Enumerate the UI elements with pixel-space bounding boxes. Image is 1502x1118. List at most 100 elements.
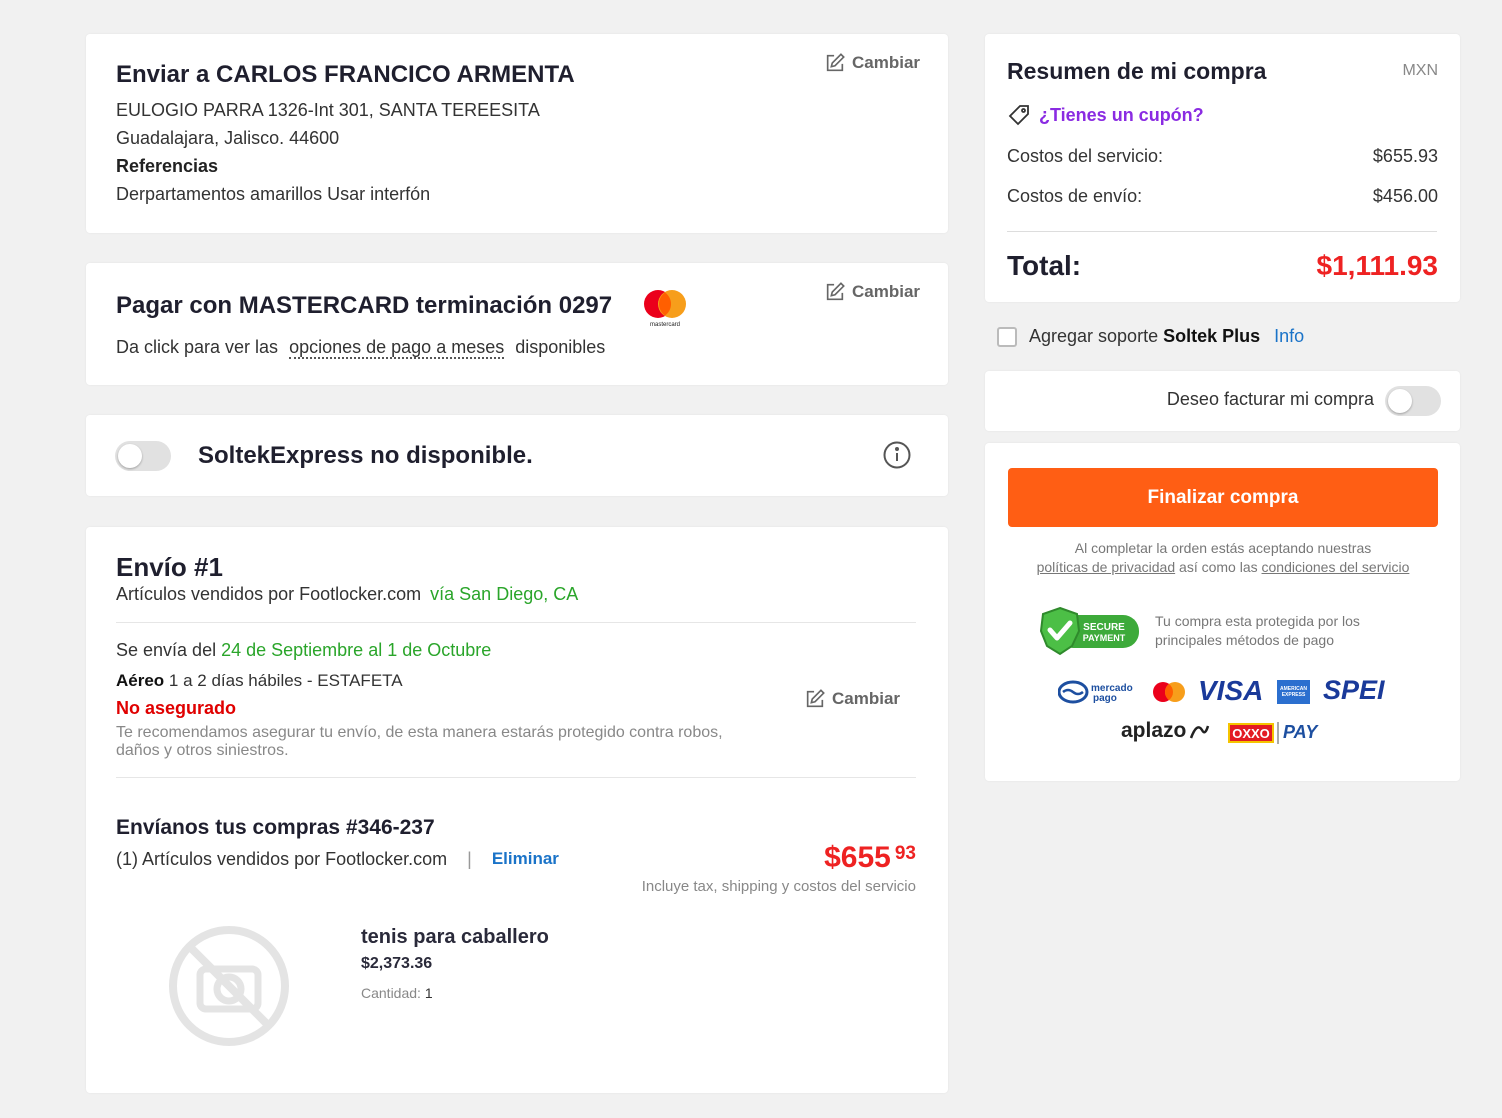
insurance-note-line-1: Te recomendamos asegurar tu envío, de es… bbox=[116, 724, 723, 741]
product-price: $2,373.36 bbox=[361, 955, 433, 972]
edit-icon bbox=[826, 282, 845, 301]
secure-payment-badge: SECURE PAYMENT bbox=[1039, 606, 1139, 656]
express-card: SoltekExpress no disponible. bbox=[86, 415, 948, 496]
privacy-policy-link[interactable]: políticas de privacidad bbox=[1037, 559, 1176, 575]
edit-icon bbox=[806, 689, 825, 708]
change-payment-label: Cambiar bbox=[852, 282, 921, 301]
shipping-cost-label: Costos de envío: bbox=[1007, 186, 1143, 206]
product-quantity: Cantidad: 1 bbox=[361, 985, 433, 1001]
mercado-pago-logo-icon: mercado pago bbox=[1058, 680, 1133, 704]
terms-middle: así como las bbox=[1179, 559, 1258, 575]
shipping-address-title: Enviar a CARLOS FRANCICO ARMENTA bbox=[116, 61, 575, 88]
secure-text-line-1: Tu compra esta protegida por los bbox=[1155, 613, 1360, 629]
info-icon[interactable] bbox=[882, 440, 912, 470]
shipment-card: Envío #1 Artículos vendidos por Footlock… bbox=[86, 527, 948, 1093]
divider bbox=[1007, 231, 1437, 232]
order-summary-card: Resumen de mi compra MXN ¿Tienes un cupó… bbox=[985, 34, 1460, 302]
insurance-status: No asegurado bbox=[116, 698, 237, 718]
express-label: SoltekExpress no disponible. bbox=[198, 442, 533, 469]
support-option: Agregar soporte Soltek Plus Info bbox=[997, 326, 1304, 347]
tag-icon bbox=[1008, 105, 1029, 126]
express-toggle[interactable] bbox=[115, 441, 171, 471]
installments-link[interactable]: opciones de pago a meses bbox=[289, 337, 505, 359]
quantity-value: 1 bbox=[424, 985, 433, 1001]
delivery-window-line: Se envía del 24 de Septiembre al 1 de Oc… bbox=[116, 640, 491, 661]
mastercard-wordmark: mastercard bbox=[650, 322, 680, 328]
oxxo-logo: OXXO bbox=[1228, 723, 1274, 743]
order-price-note: Incluye tax, shipping y costos del servi… bbox=[641, 878, 916, 895]
shipment-seller-line: Artículos vendidos por Footlocker.com ví… bbox=[116, 584, 578, 605]
order-price-main: $655 bbox=[824, 841, 891, 874]
shipping-method-detail: 1 a 2 días hábiles - ESTAFETA bbox=[168, 671, 403, 690]
service-cost-label: Costos del servicio: bbox=[1007, 146, 1164, 166]
spei-logo: SPEI bbox=[1323, 675, 1385, 705]
delivery-window-prefix: Se envía del bbox=[116, 640, 217, 660]
edit-icon bbox=[826, 53, 845, 72]
amex-logo: AMERICAN EXPRESS bbox=[1277, 680, 1310, 704]
payment-method-card: Pagar con MASTERCARD terminación 0297 ma… bbox=[86, 263, 948, 385]
checkout-card: Finalizar compra Al completar la orden e… bbox=[985, 443, 1460, 781]
mastercard-logo-icon: mastercard bbox=[644, 290, 686, 328]
mastercard-logo-icon bbox=[1153, 682, 1185, 702]
installments-prefix: Da click para ver las bbox=[116, 337, 279, 357]
order-seller: (1) Artículos vendidos por Footlocker.co… bbox=[116, 849, 448, 869]
order-title: Envíanos tus compras #346-237 bbox=[116, 816, 435, 839]
shipping-method-line: Aéreo 1 a 2 días hábiles - ESTAFETA bbox=[116, 671, 403, 691]
terms-line-1: Al completar la orden estás aceptando nu… bbox=[1074, 540, 1372, 556]
divider bbox=[116, 777, 916, 778]
invoice-toggle[interactable] bbox=[1385, 386, 1441, 416]
total-value: $1,111.93 bbox=[1316, 250, 1438, 281]
secure-badge-line-2: PAYMENT bbox=[1083, 633, 1126, 643]
finalize-purchase-button[interactable]: Finalizar compra bbox=[1008, 468, 1438, 527]
quantity-label: Cantidad: bbox=[361, 985, 421, 1001]
change-shipping-label: Cambiar bbox=[832, 689, 901, 708]
change-shipping-button[interactable]: Cambiar bbox=[804, 688, 900, 710]
support-info-link[interactable]: Info bbox=[1274, 326, 1304, 347]
references-label: Referencias bbox=[116, 156, 219, 176]
divider bbox=[116, 622, 916, 623]
total-label: Total: bbox=[1007, 250, 1082, 281]
change-address-button[interactable]: Cambiar bbox=[824, 52, 920, 74]
support-brand: Soltek Plus bbox=[1163, 326, 1261, 346]
payment-title: Pagar con MASTERCARD terminación 0297 bbox=[116, 292, 613, 319]
shipping-address-card: Enviar a CARLOS FRANCICO ARMENTA Cambiar… bbox=[86, 34, 948, 233]
visa-logo: VISA bbox=[1198, 675, 1264, 706]
coupon-link[interactable]: ¿Tienes un cupón? bbox=[1007, 103, 1204, 127]
secure-badge-line-1: SECURE bbox=[1083, 622, 1125, 633]
coupon-label: ¿Tienes un cupón? bbox=[1039, 104, 1204, 125]
address-street: EULOGIO PARRA 1326-Int 301, SANTA TEREES… bbox=[116, 100, 540, 120]
support-checkbox[interactable] bbox=[997, 326, 1017, 347]
invoice-card: Deseo facturar mi compra bbox=[985, 371, 1460, 431]
service-cost-value: $655.93 bbox=[1372, 146, 1438, 166]
installments-text: Da click para ver las opciones de pago a… bbox=[116, 337, 606, 359]
summary-title: Resumen de mi compra bbox=[1007, 58, 1267, 84]
aplazo-wordmark: aplazo bbox=[1121, 719, 1187, 742]
mercado-pago-line-2: pago bbox=[1093, 693, 1117, 704]
no-image-icon bbox=[169, 926, 289, 1046]
pay-logo: PAY bbox=[1283, 722, 1318, 742]
shipment-seller: Artículos vendidos por Footlocker.com bbox=[116, 584, 422, 604]
shipment-origin: vía San Diego, CA bbox=[430, 584, 579, 604]
support-label: Agregar soporte Soltek Plus bbox=[1029, 326, 1260, 347]
shipment-title: Envío #1 bbox=[116, 552, 223, 582]
address-city: Guadalajara, Jalisco. 44600 bbox=[116, 128, 340, 148]
change-address-label: Cambiar bbox=[852, 53, 921, 72]
support-prefix: Agregar soporte bbox=[1029, 326, 1159, 346]
service-conditions-link[interactable]: condiciones del servicio bbox=[1262, 559, 1410, 575]
order-price: $655 93 bbox=[824, 841, 916, 875]
references-text: Derpartamentos amarillos Usar interfón bbox=[116, 184, 431, 204]
currency-label: MXN bbox=[1402, 62, 1438, 79]
invoice-label: Deseo facturar mi compra bbox=[1166, 389, 1374, 409]
insurance-note-line-2: daños y otros siniestros. bbox=[116, 742, 289, 759]
change-payment-button[interactable]: Cambiar bbox=[824, 281, 920, 303]
product-name: tenis para caballero bbox=[361, 926, 549, 948]
insurance-note: Te recomendamos asegurar tu envío, de es… bbox=[116, 724, 723, 760]
aplazo-mark-icon bbox=[1190, 725, 1210, 739]
shipping-method: Aéreo bbox=[116, 671, 165, 690]
secure-text: Tu compra esta protegida por los princip… bbox=[1155, 612, 1360, 650]
remove-order-link[interactable]: Eliminar bbox=[492, 849, 559, 870]
installments-suffix: disponibles bbox=[515, 337, 606, 357]
logo-divider bbox=[1277, 722, 1279, 744]
aplazo-logo: aplazo bbox=[1121, 719, 1210, 743]
separator: | bbox=[467, 849, 472, 869]
